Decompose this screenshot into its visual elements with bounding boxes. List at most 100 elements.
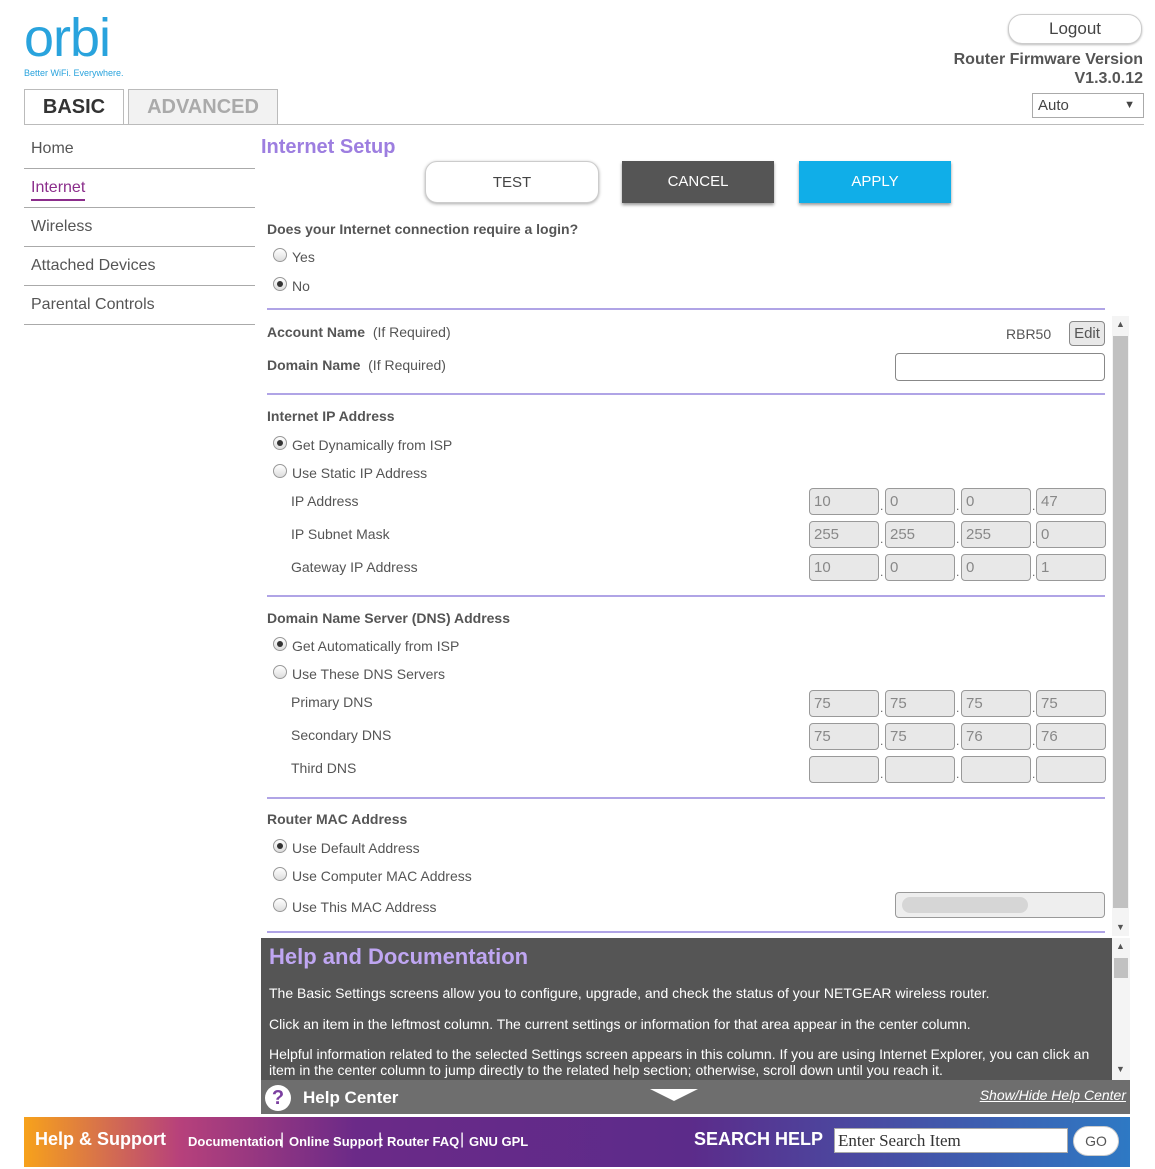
search-help-label: SEARCH HELP — [694, 1129, 824, 1149]
primary-dns-octet-3[interactable]: 75 — [961, 690, 1031, 717]
mac-section-title: Router MAC Address — [267, 811, 408, 827]
ip-static-label: Use Static IP Address — [292, 465, 428, 481]
dot-separator: . — [956, 734, 960, 748]
primary-dns-octet-4[interactable]: 75 — [1036, 690, 1106, 717]
edit-button[interactable]: Edit — [1069, 321, 1105, 346]
login-no-label: No — [292, 278, 310, 294]
gateway-octet-3[interactable]: 0 — [961, 554, 1031, 581]
sidebar-item-internet[interactable]: Internet — [24, 169, 255, 208]
logo-word: orbi — [24, 8, 111, 68]
ip-dynamic-label: Get Dynamically from ISP — [292, 437, 453, 453]
dns-manual-label: Use These DNS Servers — [292, 666, 446, 682]
go-button[interactable]: GO — [1073, 1126, 1119, 1156]
question-icon: ? — [265, 1085, 291, 1111]
ip-octet-1[interactable]: 10 — [809, 488, 879, 515]
mac-this-radio[interactable] — [273, 898, 287, 912]
dns-auto-radio[interactable] — [273, 637, 287, 651]
dns-auto-label: Get Automatically from ISP — [292, 638, 460, 654]
mask-octet-1[interactable]: 255 — [809, 521, 879, 548]
online-support-link[interactable]: Online Support — [289, 1134, 383, 1149]
account-name-value: RBR50 — [1006, 326, 1052, 342]
page-title: Internet Setup — [261, 136, 396, 158]
dot-separator: . — [956, 767, 960, 781]
secondary-dns-octet-2[interactable]: 75 — [885, 723, 955, 750]
third-dns-octet-3[interactable] — [961, 756, 1031, 783]
secondary-dns-octet-3[interactable]: 76 — [961, 723, 1031, 750]
gateway-octet-1[interactable]: 10 — [809, 554, 879, 581]
login-yes-radio[interactable] — [273, 248, 287, 262]
third-dns-octet-1[interactable] — [809, 756, 879, 783]
show-hide-help-link[interactable]: Show/Hide Help Center — [980, 1087, 1126, 1103]
test-button[interactable]: TEST — [425, 161, 599, 203]
domain-name-input[interactable] — [895, 353, 1105, 381]
gateway-label: Gateway IP Address — [291, 559, 418, 575]
mac-this-label: Use This MAC Address — [292, 899, 437, 915]
ip-octet-2[interactable]: 0 — [885, 488, 955, 515]
scroll-down-icon[interactable]: ▼ — [1116, 1064, 1125, 1074]
dns-section-title: Domain Name Server (DNS) Address — [267, 610, 511, 626]
ip-octet-4[interactable]: 47 — [1036, 488, 1106, 515]
login-no-radio[interactable] — [273, 277, 287, 291]
sidebar-item-attached-devices[interactable]: Attached Devices — [24, 247, 255, 286]
gnu-gpl-link[interactable]: GNU GPL — [469, 1134, 528, 1149]
scrollbar-thumb[interactable] — [1113, 336, 1128, 908]
dot-separator: . — [956, 565, 960, 579]
content-scrollbar[interactable]: ▲ ▼ — [1112, 316, 1129, 936]
sidebar-item-label: Internet — [31, 179, 86, 201]
documentation-link[interactable]: Documentation — [188, 1134, 283, 1149]
third-dns-octet-2[interactable] — [885, 756, 955, 783]
ip-static-radio[interactable] — [273, 464, 287, 478]
dot-separator: . — [1032, 499, 1036, 513]
help-center-label: Help Center — [303, 1088, 399, 1107]
cancel-button[interactable]: CANCEL — [622, 161, 774, 203]
dns-manual-radio[interactable] — [273, 665, 287, 679]
logo-tagline: Better WiFi. Everywhere. — [24, 68, 124, 78]
scrollbar-thumb[interactable] — [1114, 958, 1128, 978]
scroll-down-icon[interactable]: ▼ — [1116, 922, 1125, 932]
secondary-dns-octet-1[interactable]: 75 — [809, 723, 879, 750]
ip-dynamic-radio[interactable] — [273, 436, 287, 450]
apply-button[interactable]: APPLY — [799, 161, 951, 203]
gateway-octet-4[interactable]: 1 — [1036, 554, 1106, 581]
ip-octet-3[interactable]: 0 — [961, 488, 1031, 515]
section-divider — [267, 393, 1105, 395]
mac-default-radio[interactable] — [273, 839, 287, 853]
router-faq-link[interactable]: Router FAQ — [387, 1134, 459, 1149]
third-dns-label: Third DNS — [291, 760, 357, 776]
gateway-octet-2[interactable]: 0 — [885, 554, 955, 581]
section-divider — [267, 797, 1105, 799]
account-name-row: Account Name (If Required) — [267, 324, 451, 340]
primary-dns-octet-1[interactable]: 75 — [809, 690, 879, 717]
sidebar-item-label: Parental Controls — [31, 296, 155, 313]
collapse-arrow-icon[interactable] — [650, 1089, 698, 1101]
mask-octet-3[interactable]: 255 — [961, 521, 1031, 548]
mask-octet-2[interactable]: 255 — [885, 521, 955, 548]
secondary-dns-label: Secondary DNS — [291, 727, 392, 743]
help-paragraph-1: The Basic Settings screens allow you to … — [269, 985, 990, 1001]
sidebar-item-wireless[interactable]: Wireless — [24, 208, 255, 247]
scroll-up-icon[interactable]: ▲ — [1116, 941, 1125, 951]
search-input[interactable]: Enter Search Item — [834, 1128, 1068, 1153]
link-separator: | — [378, 1131, 383, 1148]
sidebar-item-parental-controls[interactable]: Parental Controls — [24, 286, 255, 325]
mac-address-input[interactable] — [895, 892, 1105, 918]
language-select[interactable]: Auto ▼ — [1032, 93, 1144, 118]
mask-octet-4[interactable]: 0 — [1036, 521, 1106, 548]
help-support-title: Help & Support — [35, 1129, 166, 1149]
sidebar-item-home[interactable]: Home — [24, 130, 255, 169]
third-dns-octet-4[interactable] — [1036, 756, 1106, 783]
help-scrollbar[interactable]: ▲ ▼ — [1112, 938, 1130, 1080]
dot-separator: . — [1032, 767, 1036, 781]
mac-input-fill — [902, 897, 1028, 913]
login-yes-label: Yes — [292, 249, 315, 265]
tab-basic[interactable]: BASIC — [24, 89, 124, 125]
logout-button[interactable]: Logout — [1008, 14, 1142, 44]
dot-separator: . — [1032, 565, 1036, 579]
scroll-up-icon[interactable]: ▲ — [1116, 319, 1125, 329]
dot-separator: . — [1032, 734, 1036, 748]
tab-advanced[interactable]: ADVANCED — [128, 89, 278, 125]
mac-computer-radio[interactable] — [273, 867, 287, 881]
subnet-mask-label: IP Subnet Mask — [291, 526, 390, 542]
secondary-dns-octet-4[interactable]: 76 — [1036, 723, 1106, 750]
primary-dns-octet-2[interactable]: 75 — [885, 690, 955, 717]
